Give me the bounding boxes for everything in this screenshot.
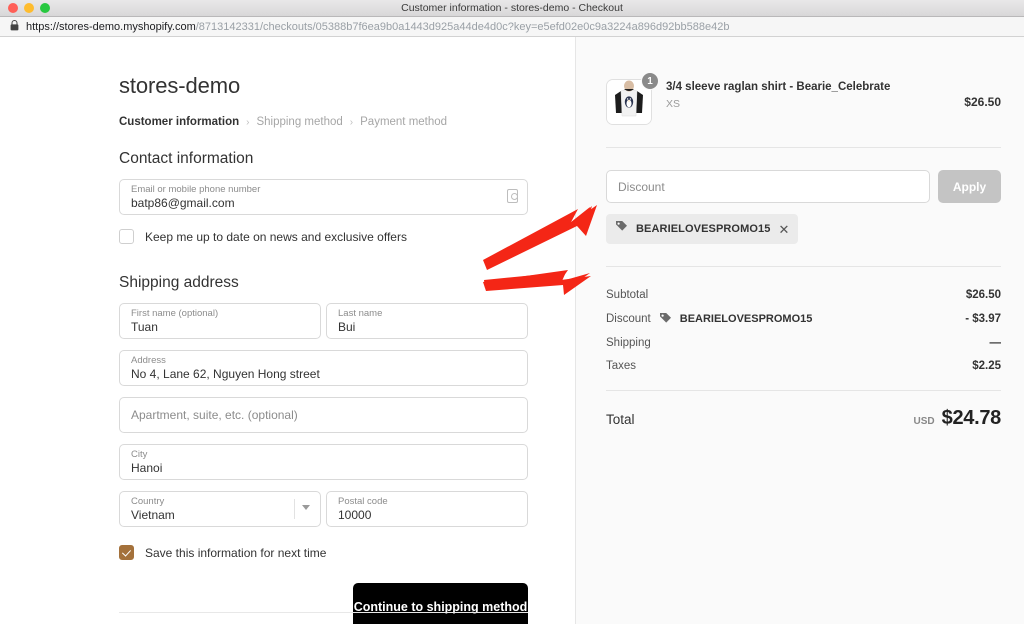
- discount-applied-code: BEARIELOVESPROMO15: [679, 313, 813, 325]
- taxes-label: Taxes: [606, 360, 637, 372]
- totals-top-divider: [606, 266, 1001, 267]
- breadcrumb-item-shipping-method[interactable]: Shipping method: [256, 116, 342, 128]
- line-item-variant: XS: [666, 98, 681, 110]
- url-path: /8713142331/checkouts/05388b7f6ea9b0a144…: [195, 20, 730, 33]
- subtotal-row: Subtotal $26.50: [606, 289, 1001, 301]
- breadcrumb-separator-icon: ›: [349, 116, 354, 128]
- order-line-item: 1 3/4 sleeve raglan shirt - Bearie_Celeb…: [606, 72, 1001, 125]
- checkout-page: stores-demo Customer information › Shipp…: [0, 37, 1024, 624]
- country-value: Vietnam: [131, 508, 175, 522]
- breadcrumb-item-customer-information[interactable]: Customer information: [119, 116, 239, 128]
- discount-total-row: Discount BEARIELOVESPROMO15 - $3.97: [606, 312, 1001, 326]
- summary-divider: [606, 147, 1001, 148]
- last-name-value: Bui: [338, 320, 356, 334]
- window-titlebar: Customer information - stores-demo - Che…: [0, 0, 1024, 17]
- totals-list: Subtotal $26.50 Discount BEARIELOVESPROM…: [606, 289, 1001, 372]
- total-label: Total: [606, 412, 635, 427]
- line-item-price: $26.50: [964, 95, 1001, 109]
- window-title: Customer information - stores-demo - Che…: [401, 2, 623, 14]
- first-name-value: Tuan: [131, 320, 158, 334]
- tag-icon: [659, 312, 672, 326]
- discount-label-group: Discount BEARIELOVESPROMO15: [606, 312, 812, 326]
- shipping-value: —: [989, 337, 1002, 349]
- discount-label: Discount: [606, 313, 651, 325]
- city-label: City: [131, 449, 148, 460]
- city-value: Hanoi: [131, 461, 163, 475]
- address-bar[interactable]: https://stores-demo.myshopify.com/871314…: [0, 17, 1024, 37]
- contact-card-icon[interactable]: [507, 189, 518, 203]
- line-item-text: 3/4 sleeve raglan shirt - Bearie_Celebra…: [666, 79, 950, 110]
- order-summary-column: 1 3/4 sleeve raglan shirt - Bearie_Celeb…: [575, 37, 1024, 624]
- taxes-value: $2.25: [972, 360, 1001, 372]
- newsletter-checkbox-row[interactable]: Keep me up to date on news and exclusive…: [119, 229, 575, 244]
- postal-code-value: 10000: [338, 508, 372, 522]
- quantity-badge: 1: [641, 72, 659, 90]
- newsletter-checkbox-label: Keep me up to date on news and exclusive…: [145, 229, 407, 244]
- taxes-row: Taxes $2.25: [606, 360, 1001, 372]
- total-divider: [606, 390, 1001, 391]
- product-thumbnail-wrapper: 1: [606, 72, 659, 125]
- city-field[interactable]: City Hanoi: [119, 444, 528, 480]
- tag-icon: [615, 220, 628, 238]
- subtotal-label: Subtotal: [606, 289, 649, 301]
- discount-value: - $3.97: [965, 313, 1001, 325]
- first-name-label: First name (optional): [131, 308, 219, 319]
- address-label: Address: [131, 355, 166, 366]
- continue-to-shipping-method-button[interactable]: Continue to shipping method: [353, 583, 528, 624]
- newsletter-checkbox[interactable]: [119, 229, 134, 244]
- breadcrumb: Customer information › Shipping method ›…: [119, 116, 575, 128]
- postal-code-label: Postal code: [338, 496, 388, 507]
- email-field-value: batp86@gmail.com: [131, 196, 235, 210]
- grand-total-row: Total USD $24.78: [606, 407, 1001, 430]
- first-name-field[interactable]: First name (optional) Tuan: [119, 303, 321, 339]
- breadcrumb-separator-icon: ›: [246, 116, 250, 128]
- line-item-title: 3/4 sleeve raglan shirt - Bearie_Celebra…: [666, 81, 891, 93]
- last-name-field[interactable]: Last name Bui: [326, 303, 528, 339]
- postal-code-field[interactable]: Postal code 10000: [326, 491, 528, 527]
- checkout-form-column: stores-demo Customer information › Shipp…: [0, 37, 575, 624]
- email-field-label: Email or mobile phone number: [131, 184, 261, 195]
- save-info-checkbox-label: Save this information for next time: [145, 545, 327, 560]
- subtotal-value: $26.50: [965, 289, 1001, 301]
- email-field[interactable]: Email or mobile phone number batp86@gmai…: [119, 179, 528, 215]
- form-bottom-divider: [119, 612, 528, 613]
- contact-information-heading: Contact information: [119, 150, 254, 167]
- chevron-down-icon[interactable]: [302, 505, 310, 510]
- discount-code-label: BEARIELOVESPROMO15: [636, 223, 771, 235]
- save-info-checkbox-row[interactable]: Save this information for next time: [119, 545, 575, 560]
- discount-input[interactable]: Discount: [606, 170, 930, 203]
- url-domain: https://stores-demo.myshopify.com: [26, 20, 196, 33]
- apply-discount-button[interactable]: Apply: [938, 170, 1001, 203]
- discount-code-pill[interactable]: BEARIELOVESPROMO15 ✕: [606, 214, 799, 244]
- breadcrumb-item-payment-method[interactable]: Payment method: [360, 116, 447, 128]
- address-field[interactable]: Address No 4, Lane 62, Nguyen Hong stree…: [119, 350, 528, 386]
- apartment-placeholder: Apartment, suite, etc. (optional): [131, 408, 298, 422]
- discount-entry-row: Discount Apply: [606, 170, 1001, 203]
- country-select-divider: [294, 499, 295, 519]
- last-name-label: Last name: [338, 308, 383, 319]
- close-icon[interactable]: ✕: [778, 223, 789, 236]
- country-select[interactable]: Country Vietnam: [119, 491, 321, 527]
- apartment-field[interactable]: Apartment, suite, etc. (optional): [119, 397, 528, 433]
- total-amount-group: USD $24.78: [914, 407, 1002, 430]
- shipping-row: Shipping —: [606, 337, 1001, 349]
- save-info-checkbox[interactable]: [119, 545, 134, 560]
- country-label: Country: [131, 496, 165, 507]
- lock-icon: [10, 19, 19, 34]
- country-postal-row: Country Vietnam Postal code 10000: [119, 480, 575, 527]
- name-fields-row: First name (optional) Tuan Last name Bui: [119, 292, 575, 339]
- shop-name: stores-demo: [119, 73, 241, 98]
- address-value: No 4, Lane 62, Nguyen Hong street: [131, 367, 320, 381]
- shipping-address-heading: Shipping address: [119, 274, 239, 291]
- currency-code: USD: [913, 416, 935, 427]
- total-amount: $24.78: [941, 407, 1002, 429]
- shipping-label: Shipping: [606, 337, 651, 349]
